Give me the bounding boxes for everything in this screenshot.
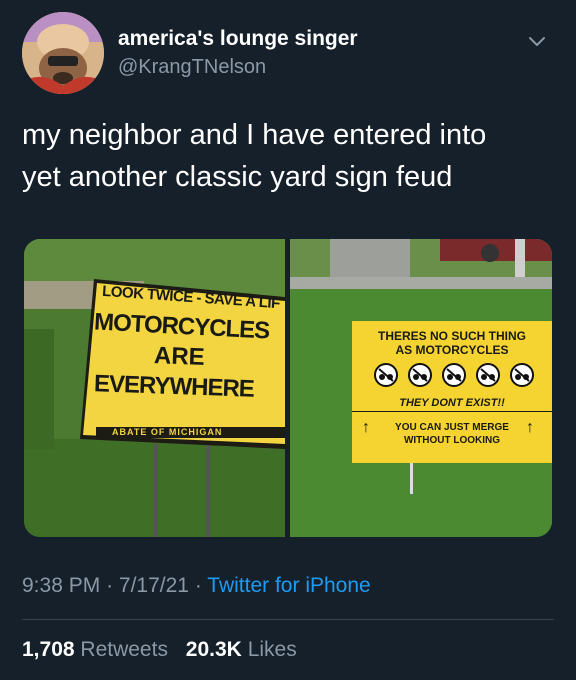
tweet-text-line: yet another classic yard sign feud (22, 161, 453, 193)
likes-stat[interactable]: 20.3K Likes (186, 638, 297, 661)
separator: · (194, 574, 202, 597)
retweets-stat[interactable]: 1,708 Retweets (22, 638, 174, 661)
avatar[interactable] (22, 12, 104, 94)
right-sign-board (352, 321, 552, 463)
tweet-text-line: my neighbor and I have entered into (22, 119, 487, 151)
chevron-down-icon[interactable] (526, 30, 548, 52)
tweet-media[interactable]: LOOK TWICE - SAVE A LIF MOTORCYCLES ARE … (24, 239, 552, 537)
display-name[interactable]: america's lounge singer (118, 26, 358, 52)
tweet-text: my neighbor and I have entered into yet … (22, 114, 552, 198)
retweets-label: Retweets (80, 638, 168, 661)
tweet-source-link[interactable]: Twitter for iPhone (207, 574, 370, 597)
left-sign-board (83, 283, 285, 444)
tweet-stats: 1,708 Retweets 20.3K Likes (22, 636, 309, 664)
retweets-count: 1,708 (22, 638, 75, 661)
tweet-time[interactable]: 9:38 PM (22, 574, 100, 597)
author-info: america's lounge singer @KrangTNelson (118, 26, 358, 80)
tweet-header: america's lounge singer @KrangTNelson (22, 12, 554, 96)
separator: · (106, 574, 114, 597)
user-handle[interactable]: @KrangTNelson (118, 54, 358, 80)
likes-count: 20.3K (185, 638, 242, 661)
photo-right[interactable]: THERES NO SUCH THING AS MOTORCYCLES THEY… (290, 239, 552, 537)
divider (22, 619, 554, 620)
likes-label: Likes (247, 638, 297, 661)
photo-left[interactable]: LOOK TWICE - SAVE A LIF MOTORCYCLES ARE … (24, 239, 285, 537)
tweet-date[interactable]: 7/17/21 (119, 574, 189, 597)
tweet-meta: 9:38 PM · 7/17/21 · Twitter for iPhone (22, 572, 371, 600)
